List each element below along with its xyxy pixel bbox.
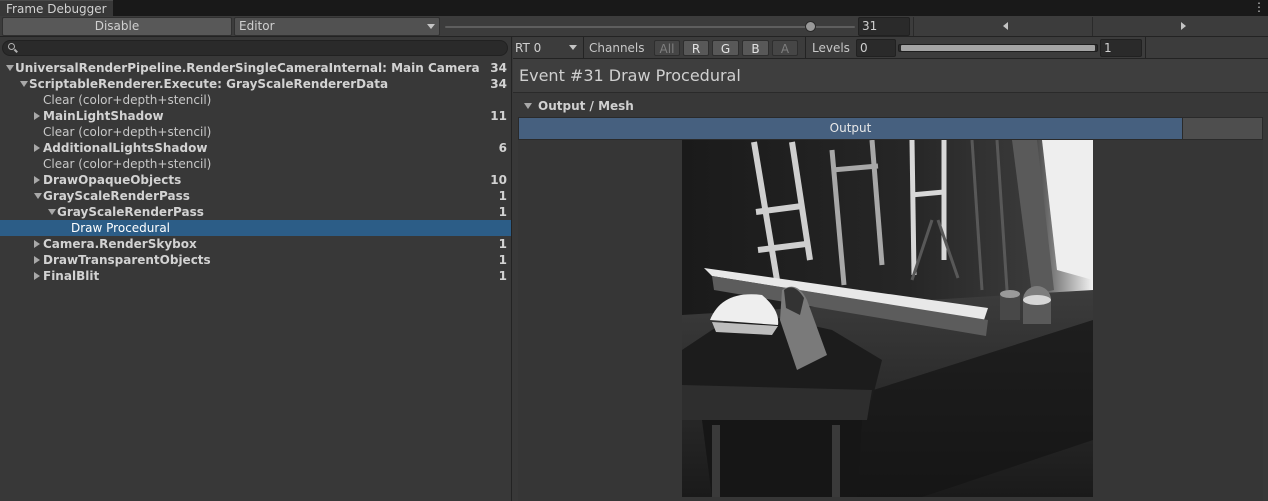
event-slider-thumb[interactable] xyxy=(805,21,816,32)
channel-a-toggle[interactable]: A xyxy=(772,40,798,56)
levels-range-slider[interactable] xyxy=(898,43,1098,53)
foldout-open-icon xyxy=(524,103,532,109)
search-icon xyxy=(8,43,15,50)
toolbar-divider xyxy=(583,37,584,59)
tree-item-label: Camera.RenderSkybox xyxy=(43,237,197,251)
tree-item-label: Clear (color+depth+stencil) xyxy=(43,93,212,107)
disable-button[interactable]: Disable xyxy=(2,17,232,36)
arrow-right-icon xyxy=(1180,22,1186,30)
tree-item[interactable]: Camera.RenderSkybox 1 xyxy=(0,236,511,252)
previous-event-button[interactable] xyxy=(913,17,1091,36)
foldout-closed-icon[interactable] xyxy=(34,240,40,248)
foldout-open-icon[interactable] xyxy=(6,65,14,71)
tree-item[interactable]: Clear (color+depth+stencil) xyxy=(0,92,511,108)
output-mesh-label: Output / Mesh xyxy=(538,99,634,113)
tree-item-label: FinalBlit xyxy=(43,269,100,283)
arrow-left-icon xyxy=(1002,22,1008,30)
tree-item[interactable]: FinalBlit 1 xyxy=(0,268,511,284)
tree-item-label: GrayScaleRenderPass xyxy=(57,205,204,219)
tree-item-label: ScriptableRenderer.Execute: GrayScaleRen… xyxy=(29,77,389,91)
tree-item-label: Draw Procedural xyxy=(71,221,171,235)
tree-item-label: DrawOpaqueObjects xyxy=(43,173,182,187)
render-target-preview-image xyxy=(682,140,1093,497)
tree-item-count: 34 xyxy=(490,61,507,75)
tree-item[interactable]: DrawTransparentObjects 1 xyxy=(0,252,511,268)
foldout-closed-icon[interactable] xyxy=(34,256,40,264)
channel-r-toggle[interactable]: R xyxy=(683,40,709,56)
render-target-label: RT 0 xyxy=(515,41,542,55)
levels-range-fill[interactable] xyxy=(901,45,1095,51)
tree-item-label: GrayScaleRenderPass xyxy=(43,189,190,203)
tree-item-count: 1 xyxy=(498,253,507,267)
window-title-tab[interactable]: Frame Debugger xyxy=(0,0,113,16)
target-dropdown-label: Editor xyxy=(239,19,275,33)
foldout-closed-icon[interactable] xyxy=(34,112,40,120)
tree-item[interactable]: MainLightShadow 11 xyxy=(0,108,511,124)
foldout-open-icon[interactable] xyxy=(20,81,28,87)
render-target-dropdown[interactable]: RT 0 xyxy=(515,39,581,57)
render-target-toolbar: RT 0 Channels All R G B A Levels 0 1 xyxy=(513,37,1268,59)
event-tree: UniversalRenderPipeline.RenderSingleCame… xyxy=(0,60,511,284)
chevron-down-icon xyxy=(427,24,435,29)
toolbar-divider xyxy=(805,37,806,59)
foldout-closed-icon[interactable] xyxy=(34,144,40,152)
event-title: Event #31 Draw Procedural xyxy=(519,66,741,85)
chevron-down-icon xyxy=(569,45,577,50)
tree-item-count: 1 xyxy=(498,205,507,219)
foldout-open-icon[interactable] xyxy=(34,193,42,199)
tree-item-count: 34 xyxy=(490,77,507,91)
tree-item[interactable]: DrawOpaqueObjects 10 xyxy=(0,172,511,188)
tree-item-count: 6 xyxy=(498,141,507,155)
tree-item-count: 1 xyxy=(498,269,507,283)
grayscale-scene-image xyxy=(682,140,1093,497)
event-slider[interactable] xyxy=(445,17,855,36)
foldout-closed-icon[interactable] xyxy=(34,176,40,184)
tree-item[interactable]: Clear (color+depth+stencil) xyxy=(0,156,511,172)
tree-item[interactable]: GrayScaleRenderPass 1 xyxy=(0,188,511,204)
output-mesh-foldout[interactable]: Output / Mesh xyxy=(513,97,1268,115)
tree-item-label: Clear (color+depth+stencil) xyxy=(43,125,212,139)
foldout-closed-icon[interactable] xyxy=(34,272,40,280)
tree-item[interactable]: ScriptableRenderer.Execute: GrayScaleRen… xyxy=(0,76,511,92)
tab-output[interactable]: Output xyxy=(519,118,1183,139)
preview-area xyxy=(518,140,1263,501)
event-index-field[interactable]: 31 xyxy=(858,17,910,36)
tree-item-label: Clear (color+depth+stencil) xyxy=(43,157,212,171)
tree-item-count: 1 xyxy=(498,189,507,203)
tree-item-label: MainLightShadow xyxy=(43,109,164,123)
levels-label: Levels xyxy=(812,41,850,55)
tree-item[interactable]: UniversalRenderPipeline.RenderSingleCame… xyxy=(0,60,511,76)
foldout-open-icon[interactable] xyxy=(48,209,56,215)
event-header: Event #31 Draw Procedural xyxy=(513,59,1268,93)
target-dropdown[interactable]: Editor xyxy=(234,17,440,36)
event-hierarchy-panel: UniversalRenderPipeline.RenderSingleCame… xyxy=(0,37,512,501)
levels-min-field[interactable]: 0 xyxy=(856,39,896,57)
tree-item-label: DrawTransparentObjects xyxy=(43,253,211,267)
tree-item[interactable]: GrayScaleRenderPass 1 xyxy=(0,204,511,220)
output-tab-bar: Output xyxy=(518,117,1263,140)
tree-item-count: 11 xyxy=(490,109,507,123)
tree-item[interactable]: Clear (color+depth+stencil) xyxy=(0,124,511,140)
tree-item-count: 1 xyxy=(498,237,507,251)
tree-item-selected[interactable]: Draw Procedural xyxy=(0,220,511,236)
frame-debugger-toolbar: Disable Editor 31 xyxy=(0,16,1268,37)
window-titlebar: Frame Debugger ⋮ xyxy=(0,0,1268,16)
channel-b-toggle[interactable]: B xyxy=(742,40,769,56)
channel-all-toggle[interactable]: All xyxy=(654,40,680,56)
tree-item-label: UniversalRenderPipeline.RenderSingleCame… xyxy=(15,61,480,75)
event-details-panel: RT 0 Channels All R G B A Levels 0 1 Event #… xyxy=(513,37,1268,501)
tree-item-count: 10 xyxy=(490,173,507,187)
tree-item[interactable]: AdditionalLightsShadow 6 xyxy=(0,140,511,156)
search-input[interactable] xyxy=(2,40,508,56)
channels-label: Channels xyxy=(589,41,645,55)
more-options-icon[interactable]: ⋮ xyxy=(1253,0,1265,16)
toolbar-divider xyxy=(1145,37,1146,59)
levels-max-field[interactable]: 1 xyxy=(1100,39,1142,57)
channel-g-toggle[interactable]: G xyxy=(712,40,739,56)
tree-item-label: AdditionalLightsShadow xyxy=(43,141,208,155)
event-slider-track xyxy=(445,26,855,28)
next-event-button[interactable] xyxy=(1092,17,1268,36)
